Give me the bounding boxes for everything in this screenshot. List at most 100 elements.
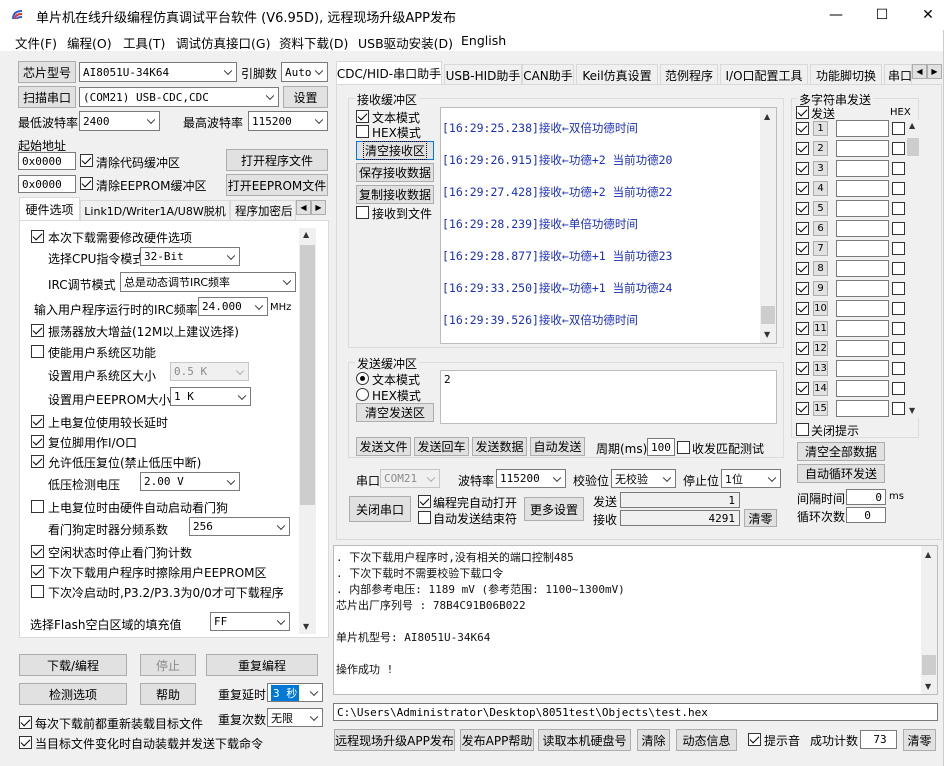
loop-count-input[interactable]: 0 xyxy=(846,507,886,523)
beep-checkbox[interactable] xyxy=(748,733,761,746)
sys-size-select[interactable]: 0.5 K xyxy=(170,362,249,381)
close-button[interactable]: ✕ xyxy=(905,0,951,30)
clear-recv-button[interactable]: 清空接收区 xyxy=(356,141,434,160)
multi-hex-checkbox[interactable] xyxy=(892,282,905,295)
read-disk-button[interactable]: 读取本机硬盘号 xyxy=(538,729,631,751)
log-scroll-thumb[interactable] xyxy=(922,655,936,675)
reprogram-button[interactable]: 重复编程 xyxy=(206,654,318,676)
multi-send-checkbox[interactable] xyxy=(796,362,809,375)
multi-send-checkbox[interactable] xyxy=(796,262,809,275)
tab-can[interactable]: CAN助手 xyxy=(522,64,574,85)
multi-string-input[interactable] xyxy=(836,220,889,237)
send-textarea[interactable]: 2 xyxy=(440,370,777,424)
hw-scroll-thumb[interactable] xyxy=(300,245,315,505)
auto-open-checkbox[interactable] xyxy=(418,495,431,508)
multi-hex-checkbox[interactable] xyxy=(892,182,905,195)
open-eeprom-button[interactable]: 打开EEPROM文件 xyxy=(226,174,328,196)
tab-offline[interactable]: Link1D/Writer1A/U8W脱机 xyxy=(80,200,230,221)
multi-hex-checkbox[interactable] xyxy=(892,302,905,315)
multi-send-index-button[interactable]: 7 xyxy=(813,241,828,256)
tab-encryption[interactable]: 程序加密后 xyxy=(230,200,296,221)
multi-send-checkbox[interactable] xyxy=(796,382,809,395)
multi-hex-checkbox[interactable] xyxy=(892,162,905,175)
period-input[interactable]: 100 xyxy=(647,438,675,456)
multi-send-index-button[interactable]: 4 xyxy=(813,181,828,196)
multi-scroll-up-icon[interactable]: ▲ xyxy=(909,121,915,130)
multi-string-input[interactable] xyxy=(836,360,889,377)
match-test-checkbox[interactable] xyxy=(677,441,690,454)
multi-send-index-button[interactable]: 5 xyxy=(813,201,828,216)
chip-model-select[interactable]: AI8051U-34K64 xyxy=(79,62,237,82)
lvr-checkbox[interactable] xyxy=(31,455,44,468)
download-program-button[interactable]: 下载/编程 xyxy=(19,654,127,676)
multi-send-index-button[interactable]: 15 xyxy=(813,401,828,416)
open-program-button[interactable]: 打开程序文件 xyxy=(226,149,328,171)
multi-send-checkbox[interactable] xyxy=(796,122,809,135)
recv-scroll-up-icon[interactable]: ▲ xyxy=(764,112,770,121)
multi-send-checkbox[interactable] xyxy=(796,162,809,175)
multi-string-input[interactable] xyxy=(836,160,889,177)
send-text-mode-radio[interactable] xyxy=(356,372,369,385)
serial-port-select[interactable]: COM21 xyxy=(380,469,440,488)
multi-send-index-button[interactable]: 1 xyxy=(813,121,828,136)
settings-button[interactable]: 设置 xyxy=(283,86,328,108)
multi-send-checkbox[interactable] xyxy=(796,142,809,155)
multi-send-index-button[interactable]: 12 xyxy=(813,341,828,356)
more-settings-button[interactable]: 更多设置 xyxy=(524,497,584,521)
code-address-input[interactable]: 0x0000 xyxy=(18,152,76,170)
multi-send-index-button[interactable]: 3 xyxy=(813,161,828,176)
multi-send-index-button[interactable]: 9 xyxy=(813,281,828,296)
cpu-mode-select[interactable]: 32-Bit xyxy=(140,247,240,266)
multi-send-index-button[interactable]: 14 xyxy=(813,381,828,396)
reset-success-button[interactable]: 清零 xyxy=(903,729,936,751)
send-file-button[interactable]: 发送文件 xyxy=(356,437,411,456)
chip-model-button[interactable]: 芯片型号 xyxy=(18,61,76,83)
erase-eeprom-checkbox[interactable] xyxy=(31,565,44,578)
interval-input[interactable]: 0 xyxy=(846,489,886,505)
multi-hex-checkbox[interactable] xyxy=(892,262,905,275)
multi-hex-checkbox[interactable] xyxy=(892,342,905,355)
tab-scroll-left[interactable]: ◀ xyxy=(296,200,311,215)
multi-scrollbar[interactable] xyxy=(906,120,920,418)
maximize-button[interactable]: ☐ xyxy=(859,0,905,30)
multi-send-checkbox[interactable] xyxy=(796,222,809,235)
reset-delay-checkbox[interactable] xyxy=(31,415,44,428)
multi-send-checkbox[interactable] xyxy=(796,242,809,255)
multi-send-index-button[interactable]: 6 xyxy=(813,221,828,236)
right-tab-scroll-right[interactable]: ▶ xyxy=(927,64,942,79)
minimize-button[interactable]: — xyxy=(813,0,859,30)
parity-select[interactable]: 无校验 xyxy=(611,469,676,488)
flash-fill-select[interactable]: FF xyxy=(210,612,290,631)
right-tab-scroll-left[interactable]: ◀ xyxy=(912,64,927,79)
repeat-delay-select[interactable]: 3 秒 xyxy=(267,683,323,702)
stop-button[interactable]: 停止 xyxy=(140,654,196,676)
clear-send-button[interactable]: 清空发送区 xyxy=(356,403,434,422)
wdt-div-select[interactable]: 256 xyxy=(189,517,290,536)
multi-string-input[interactable] xyxy=(836,340,889,357)
max-baud-select[interactable]: 115200 xyxy=(248,111,328,131)
scan-port-button[interactable]: 扫描串口 xyxy=(18,86,76,108)
multi-hex-checkbox[interactable] xyxy=(892,402,905,415)
multi-hex-checkbox[interactable] xyxy=(892,242,905,255)
multi-send-index-button[interactable]: 13 xyxy=(813,361,828,376)
menu-usb-driver[interactable]: USB驱动安装(D) xyxy=(358,33,453,52)
multi-string-input[interactable] xyxy=(836,200,889,217)
multi-send-index-button[interactable]: 2 xyxy=(813,141,828,156)
multi-string-input[interactable] xyxy=(836,380,889,397)
menu-tools[interactable]: 工具(T) xyxy=(123,33,165,52)
menu-debug[interactable]: 调试仿真接口(G) xyxy=(176,33,270,52)
multi-send-checkbox[interactable] xyxy=(796,182,809,195)
tab-usb-hid[interactable]: USB-HID助手 xyxy=(444,64,522,85)
log-scroll-down-icon[interactable]: ▼ xyxy=(925,682,931,691)
hw-wdt-checkbox[interactable] xyxy=(31,500,44,513)
save-recv-button[interactable]: 保存接收数据 xyxy=(356,163,434,182)
multi-send-checkbox[interactable] xyxy=(796,402,809,415)
p32-checkbox[interactable] xyxy=(31,585,44,598)
repeat-count-select[interactable]: 无限 xyxy=(267,708,323,727)
multi-hex-checkbox[interactable] xyxy=(892,322,905,335)
multi-scroll-thumb[interactable] xyxy=(907,138,919,156)
multi-string-input[interactable] xyxy=(836,140,889,157)
clear-counts-button[interactable]: 清零 xyxy=(744,509,777,527)
port-select[interactable]: (COM21) USB-CDC,CDC xyxy=(79,87,279,107)
clear-all-data-button[interactable]: 清空全部数据 xyxy=(797,442,885,461)
